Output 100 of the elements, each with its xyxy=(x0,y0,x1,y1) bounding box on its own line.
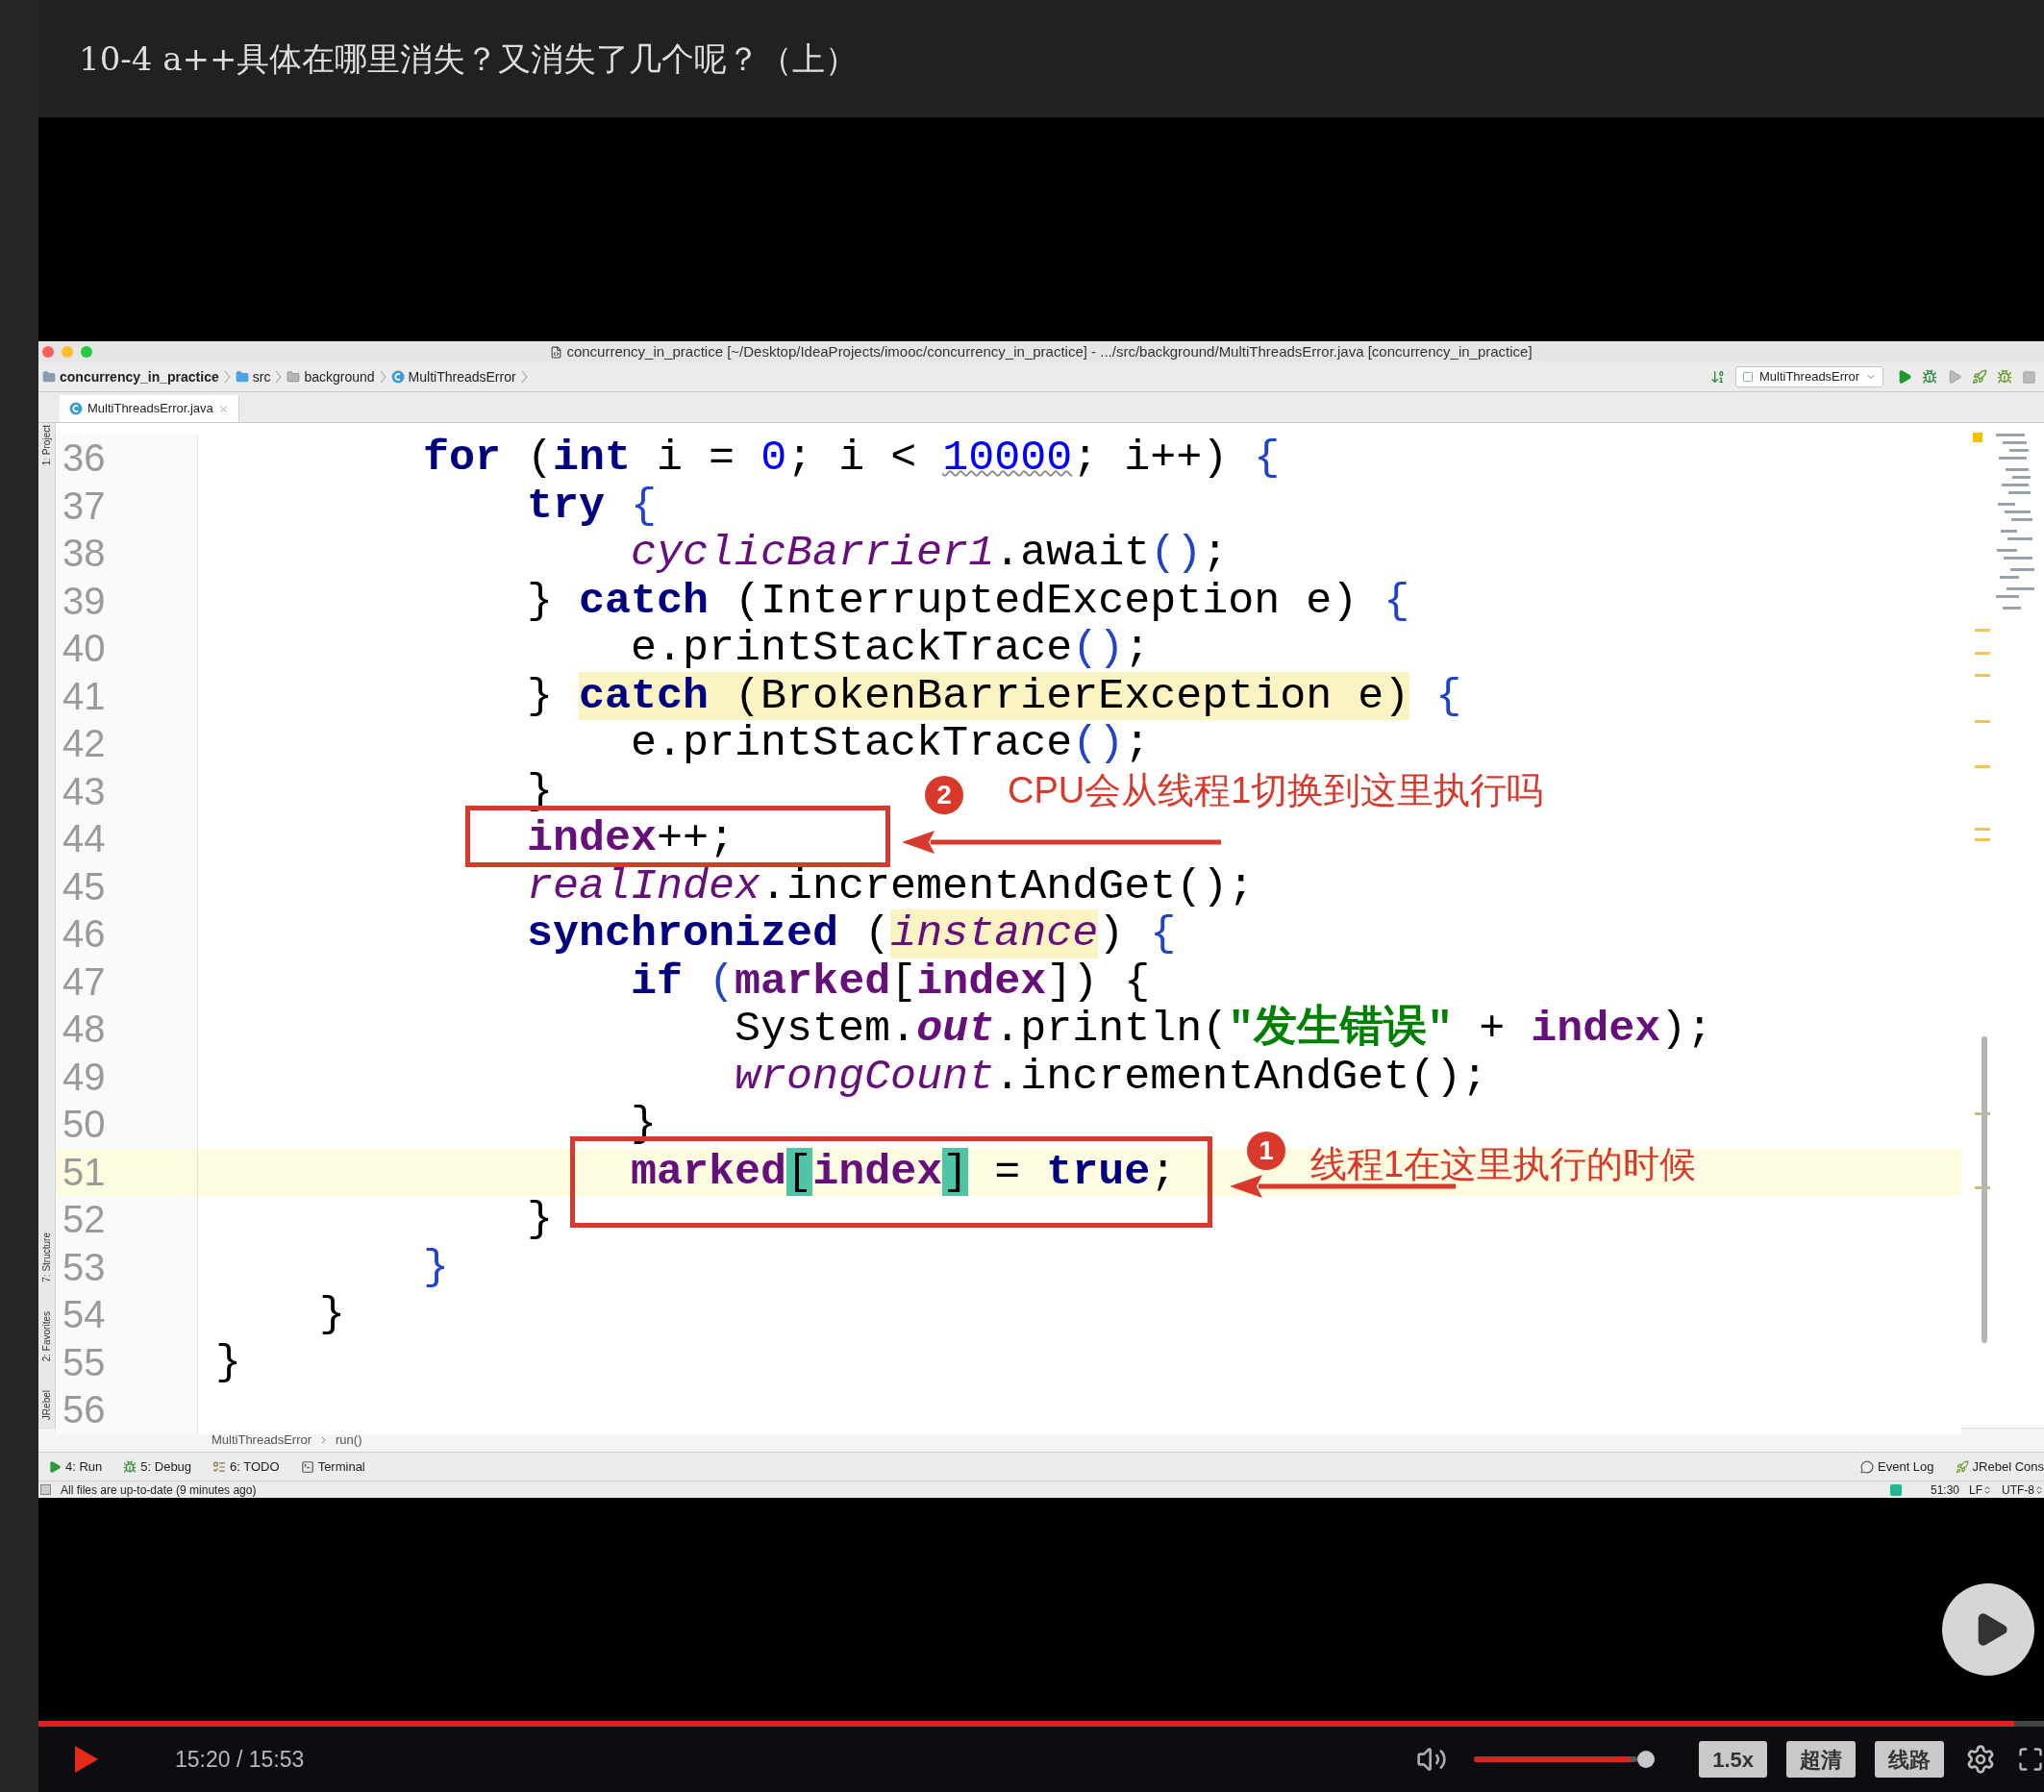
tool-window-label[interactable]: JRebel xyxy=(39,1389,54,1420)
line-number: 51 xyxy=(62,1150,106,1193)
tool-window-button[interactable]: 6: TODO xyxy=(212,1456,280,1477)
player-option-button[interactable]: 线路 xyxy=(1875,1741,1944,1778)
sort-icon[interactable] xyxy=(1709,369,1726,385)
close-icon[interactable] xyxy=(217,403,229,414)
file-icon xyxy=(550,345,563,359)
chevron-icon xyxy=(520,370,528,384)
tool-window-button[interactable]: Terminal xyxy=(300,1456,365,1477)
play-icon[interactable] xyxy=(75,1746,98,1773)
chevron-icon xyxy=(223,370,231,384)
code-line: cyclicBarrier1.await(); xyxy=(630,530,1229,578)
breadcrumb-item[interactable]: MultiThreadsError xyxy=(212,1431,312,1450)
line-number: 39 xyxy=(62,579,106,622)
chat-bubble-icon xyxy=(1860,1459,1874,1474)
tool-window-label[interactable]: 1: Project xyxy=(39,425,54,466)
play-icon[interactable] xyxy=(1947,369,1962,385)
time-display: 15:20 / 15:53 xyxy=(175,1745,305,1774)
line-number: 38 xyxy=(62,532,106,574)
class-icon xyxy=(390,370,405,384)
code-line: synchronized (instance) { xyxy=(526,910,1177,958)
breadcrumb-item[interactable]: src xyxy=(252,366,271,387)
line-number: 54 xyxy=(62,1293,106,1335)
line-number: 36 xyxy=(62,436,106,479)
folder-icon xyxy=(287,370,301,384)
code-line: index++; xyxy=(526,815,735,863)
terminal-icon xyxy=(300,1459,314,1474)
line-number: 46 xyxy=(62,912,106,955)
folder-icon xyxy=(235,370,249,384)
code-line: System.out.println("发生错误" + index); xyxy=(734,1006,1713,1054)
code-line: for (int i = 0; i < 10000; i++) { xyxy=(422,435,1281,483)
line-number: 40 xyxy=(62,627,106,669)
line-number: 42 xyxy=(62,722,106,764)
tool-window-label[interactable]: 7: Structure xyxy=(39,1232,54,1282)
list-icon xyxy=(212,1459,227,1474)
player-option-button[interactable]: 1.5x xyxy=(1699,1741,1767,1778)
video-title: 10-4 a++具体在哪里消失？又消失了几个呢？（上） xyxy=(79,37,859,80)
code-line: } xyxy=(318,1291,346,1339)
console-icon[interactable] xyxy=(1889,1483,1902,1496)
status-item[interactable]: LF xyxy=(1969,1481,1992,1499)
code-line: } xyxy=(422,1243,450,1291)
line-number: 50 xyxy=(62,1103,106,1145)
bug-icon[interactable] xyxy=(1997,369,2012,385)
tool-window-button[interactable]: 5: Debug xyxy=(123,1456,192,1477)
rocket-icon xyxy=(1955,1459,1969,1474)
run-config-dropdown[interactable]: MultiThreadsError xyxy=(1734,366,1883,387)
play-icon[interactable] xyxy=(1897,369,1912,385)
breadcrumb-item[interactable]: run() xyxy=(336,1431,362,1450)
volume-thumb[interactable] xyxy=(1637,1751,1656,1768)
line-number: 44 xyxy=(62,817,106,859)
fullscreen-icon[interactable] xyxy=(2017,1746,2044,1773)
code-line: if (marked[index]) { xyxy=(630,958,1151,1006)
folder-icon xyxy=(42,370,56,384)
line-number: 56 xyxy=(62,1388,106,1431)
code-line: marked[index] = true; xyxy=(630,1148,1177,1196)
player-option-button[interactable]: 超清 xyxy=(1786,1741,1856,1778)
line-number: 47 xyxy=(62,959,106,1003)
line-number: 43 xyxy=(62,769,106,812)
stop-icon[interactable] xyxy=(2022,369,2036,385)
breadcrumb-item[interactable]: MultiThreadsError xyxy=(408,366,516,387)
window-icon xyxy=(1741,371,1754,383)
line-number: 55 xyxy=(62,1340,106,1383)
scrollbar-thumb[interactable] xyxy=(1982,1036,1987,1343)
status-item[interactable]: 51:30 xyxy=(1930,1481,1959,1499)
code-line: } xyxy=(214,1338,241,1386)
status-item[interactable]: UTF-8 xyxy=(2002,1481,2044,1499)
bug-icon[interactable] xyxy=(1922,369,1937,385)
panel-toggle-icon[interactable] xyxy=(40,1484,51,1495)
code-line: try { xyxy=(526,482,658,530)
code-line: e.printStackTrace(); xyxy=(630,720,1151,768)
window-close-icon[interactable] xyxy=(42,346,54,358)
tool-window-button[interactable]: Event Log xyxy=(1860,1456,1934,1477)
annotation-text: CPU会从线程1切换到这里执行吗 xyxy=(1008,769,1544,811)
window-title: concurrency_in_practice [~/Desktop/IdeaProjects/imooc/concurrency_in_practice] - .../src/background/MultiThreadsError.java [concurrency_in_practice] xyxy=(566,341,1533,361)
tool-window-button[interactable]: JRebel Cons xyxy=(1955,1456,2044,1477)
line-number: 49 xyxy=(62,1055,106,1098)
line-number: 52 xyxy=(62,1198,106,1240)
bug-icon xyxy=(123,1459,137,1474)
tool-window-button[interactable]: 4: Run xyxy=(48,1456,103,1477)
window-zoom-icon[interactable] xyxy=(81,346,92,358)
line-number: 45 xyxy=(62,864,106,908)
file-tab[interactable]: MultiThreadsError.java xyxy=(60,395,239,422)
code-line: wrongCount.incrementAndGet(); xyxy=(734,1053,1488,1101)
line-number: 48 xyxy=(62,1008,106,1050)
up-down-icon xyxy=(2034,1484,2044,1495)
breadcrumb-item[interactable]: background xyxy=(304,366,375,387)
rocket-icon[interactable] xyxy=(1972,369,1987,385)
tool-window-label[interactable]: 2: Favorites xyxy=(39,1310,54,1361)
chevron-icon xyxy=(321,1436,327,1444)
code-line: e.printStackTrace(); xyxy=(630,625,1151,673)
status-message: All files are up-to-date (9 minutes ago) xyxy=(61,1481,257,1499)
settings-icon[interactable] xyxy=(1965,1744,1996,1775)
line-number: 53 xyxy=(62,1245,106,1288)
breadcrumb-item[interactable]: concurrency_in_practice xyxy=(60,366,219,387)
chevron-icon xyxy=(379,370,386,384)
code-line: realIndex.incrementAndGet(); xyxy=(526,862,1255,910)
code-line: } xyxy=(526,1196,554,1244)
line-number: 41 xyxy=(62,674,106,717)
line-number: 37 xyxy=(62,484,106,527)
annotation-text: 线程1在这里执行的时候 xyxy=(1310,1143,1697,1185)
